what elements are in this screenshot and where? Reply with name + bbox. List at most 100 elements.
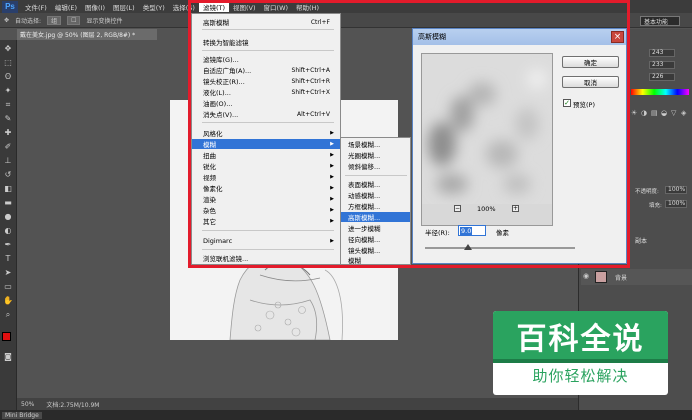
cancel-button[interactable]: 取消 [562, 76, 619, 88]
menu-help[interactable]: 帮助(H) [292, 2, 323, 12]
doc-size-readout: 文档:2.75M/10.9M [46, 401, 100, 409]
baike-watermark: 百科全说 助你轻松解决 [493, 311, 668, 395]
healing-brush-icon[interactable]: ✚ [3, 128, 13, 138]
menu-item-video[interactable]: 视频 ▶ [192, 172, 340, 182]
layer-copy-label[interactable]: 副本 [635, 236, 647, 245]
lasso-tool-icon[interactable]: ʘ [3, 72, 13, 82]
radius-slider-thumb[interactable] [464, 244, 472, 250]
submenu-item-gaussian-blur[interactable]: 高斯模糊... [341, 212, 410, 222]
radius-input[interactable]: 9.0 [458, 225, 486, 236]
menu-item-blur[interactable]: 模糊 ▶ [192, 139, 340, 149]
quick-mask-icon[interactable]: ◙ [3, 352, 13, 362]
zoom-tool-icon[interactable]: ⌕ [3, 310, 13, 320]
menu-view[interactable]: 视图(V) [229, 2, 260, 12]
path-select-icon[interactable]: ➤ [3, 268, 13, 278]
menu-item-render[interactable]: 渲染 ▶ [192, 194, 340, 204]
menu-item-filter-gallery[interactable]: 滤镜库(G)... [192, 54, 340, 64]
menu-item-lens-correction[interactable]: 镜头校正(R)... Shift+Ctrl+R [192, 76, 340, 87]
fill-input[interactable]: 100% [665, 200, 687, 208]
crop-tool-icon[interactable]: ⌗ [3, 100, 13, 110]
blur-submenu: 场景模糊... 光圈模糊... 倾斜偏移... 表面模糊... 动感模糊... … [340, 137, 411, 265]
submenu-arrow-icon: ▶ [330, 238, 334, 244]
foreground-color-swatch[interactable] [2, 332, 11, 341]
zoom-in-button[interactable]: + [512, 205, 519, 212]
magic-wand-icon[interactable]: ✦ [3, 86, 13, 96]
submenu-item-motion-blur[interactable]: 动感模糊... [341, 190, 410, 200]
history-brush-icon[interactable]: ↺ [3, 170, 13, 180]
brush-tool-icon[interactable]: ✐ [3, 142, 13, 152]
green-value[interactable]: 233 [649, 61, 675, 69]
submenu-item-radial-blur[interactable]: 径向模糊... [341, 234, 410, 244]
opacity-label: 不透明度: [635, 189, 659, 195]
workspace-dropdown[interactable]: 基本功能 [640, 16, 680, 26]
menu-item-adaptive-wide-angle[interactable]: 自适应广角(A)... Shift+Ctrl+A [192, 65, 340, 76]
opacity-input[interactable]: 100% [665, 186, 687, 194]
eyedropper-icon[interactable]: ✎ [3, 114, 13, 124]
submenu-item-blur[interactable]: 模糊 [341, 255, 410, 265]
submenu-item-surface-blur[interactable]: 表面模糊... [341, 179, 410, 189]
zoom-readout[interactable]: 50% [21, 401, 34, 408]
submenu-arrow-icon: ▶ [330, 207, 334, 213]
ok-button[interactable]: 确定 [562, 56, 619, 68]
shape-tool-icon[interactable]: ▭ [3, 282, 13, 292]
menu-file[interactable]: 文件(F) [21, 2, 51, 12]
radius-slider-track[interactable] [425, 247, 575, 249]
menu-item-vanishing-point[interactable]: 消失点(V)... Alt+Ctrl+V [192, 109, 340, 120]
dialog-titlebar[interactable]: 高斯模糊 × [413, 29, 626, 45]
status-bar: 50% 文档:2.75M/10.9M [17, 398, 637, 410]
menu-item-noise[interactable]: 杂色 ▶ [192, 205, 340, 215]
gaussian-blur-dialog: 高斯模糊 × 确定 取消 ✓ 预览(P) − 100% + 半径(R): 9.0 [412, 28, 627, 264]
menu-item-pixelate[interactable]: 像素化 ▶ [192, 183, 340, 193]
menu-select[interactable]: 选择(S) [169, 2, 199, 12]
menu-item-smart-filter[interactable]: 转换为智能滤镜 [192, 37, 340, 47]
transform-controls-checkbox[interactable]: ☐ [67, 15, 81, 25]
red-value[interactable]: 243 [649, 49, 675, 57]
marquee-tool-icon[interactable]: ⬚ [3, 58, 13, 68]
pen-tool-icon[interactable]: ✒ [3, 240, 13, 250]
type-tool-icon[interactable]: T [3, 254, 13, 264]
submenu-arrow-icon: ▶ [330, 130, 334, 136]
eraser-tool-icon[interactable]: ◧ [3, 184, 13, 194]
blur-tool-icon[interactable]: ● [3, 212, 13, 222]
menu-item-other[interactable]: 其它 ▶ [192, 216, 340, 226]
submenu-item-blur-more[interactable]: 进一步模糊 [341, 223, 410, 233]
menu-item-last-filter[interactable]: 高斯模糊 Ctrl+F [192, 17, 340, 28]
menu-separator [202, 29, 334, 30]
blur-preview[interactable] [421, 53, 553, 226]
menu-window[interactable]: 窗口(W) [260, 2, 293, 12]
minibridge-bar: Mini Bridge [0, 410, 692, 420]
zoom-out-button[interactable]: − [454, 205, 461, 212]
blue-value[interactable]: 226 [649, 73, 675, 81]
submenu-item-lens-blur[interactable]: 镜头模糊... [341, 245, 410, 255]
menu-image[interactable]: 图像(I) [81, 2, 109, 12]
menu-item-browse-filters[interactable]: 浏览联机滤镜... [192, 253, 340, 263]
menu-item-sharpen[interactable]: 锐化 ▶ [192, 161, 340, 171]
menu-layer[interactable]: 图层(L) [109, 2, 139, 12]
gradient-tool-icon[interactable]: ▬ [3, 198, 13, 208]
eye-icon[interactable]: ◉ [583, 272, 589, 280]
menu-item-liquify[interactable]: 液化(L)... Shift+Ctrl+X [192, 87, 340, 98]
watermark-fold [493, 359, 668, 363]
submenu-item-field-blur[interactable]: 场景模糊... [341, 139, 410, 149]
menu-type[interactable]: 类型(Y) [139, 2, 169, 12]
color-spectrum[interactable] [631, 89, 689, 95]
menu-item-digimarc[interactable]: Digimarc ▶ [192, 236, 340, 246]
submenu-item-tilt-shift[interactable]: 倾斜偏移... [341, 161, 410, 171]
move-tool-icon[interactable]: ✥ [3, 44, 13, 54]
preview-checkbox[interactable]: ✓ [563, 99, 571, 107]
document-tab[interactable]: 戴在美女.jpg @ 50% (图层 2, RGB/8#) * [17, 29, 157, 40]
minibridge-tab[interactable]: Mini Bridge [2, 411, 42, 419]
menu-item-oil-paint[interactable]: 油画(O)... [192, 98, 340, 108]
hand-tool-icon[interactable]: ✋ [3, 296, 13, 306]
menu-edit[interactable]: 编辑(E) [51, 2, 81, 12]
clone-stamp-icon[interactable]: ⊥ [3, 156, 13, 166]
menu-filter[interactable]: 滤镜(T) [198, 1, 229, 12]
auto-select-dropdown[interactable]: 组 [47, 15, 62, 25]
dodge-tool-icon[interactable]: ◐ [3, 226, 13, 236]
submenu-item-box-blur[interactable]: 方框模糊... [341, 201, 410, 211]
submenu-item-iris-blur[interactable]: 光圈模糊... [341, 150, 410, 160]
close-icon[interactable]: × [611, 31, 624, 43]
menu-item-distort[interactable]: 扭曲 ▶ [192, 150, 340, 160]
layer-row-background[interactable]: ◉ 背景 [581, 269, 692, 285]
menu-item-stylize[interactable]: 风格化 ▶ [192, 128, 340, 138]
